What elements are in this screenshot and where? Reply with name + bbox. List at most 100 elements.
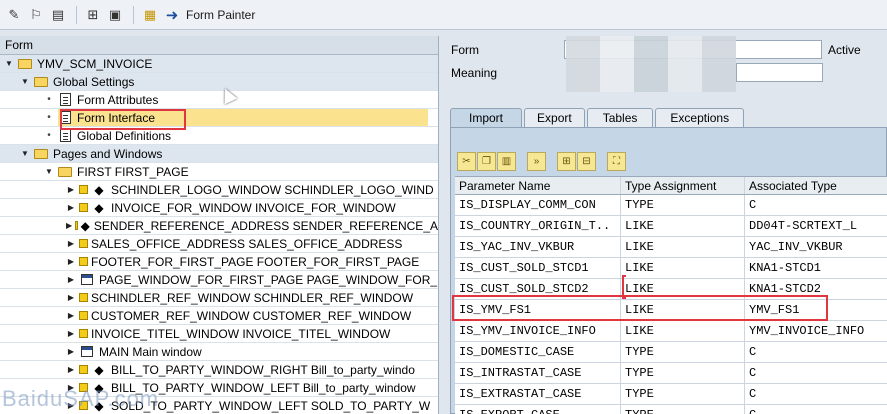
- collapsed-triangle-icon[interactable]: ▶: [66, 181, 76, 199]
- associated-type-cell[interactable]: YMV_FS1: [745, 300, 887, 320]
- tree-node-global-settings[interactable]: ▼ Global Settings: [0, 73, 438, 91]
- parameter-name-cell[interactable]: IS_CUST_SOLD_STCD2: [455, 279, 621, 299]
- type-assignment-cell[interactable]: LIKE: [621, 321, 745, 341]
- tab-tables[interactable]: Tables: [586, 108, 654, 128]
- copy-icon[interactable]: ❐: [477, 151, 496, 171]
- new-object-icon[interactable]: ⊞: [83, 5, 103, 25]
- parameter-name-cell[interactable]: IS_YAC_INV_VKBUR: [455, 237, 621, 257]
- type-assignment-cell[interactable]: LIKE: [621, 300, 745, 320]
- table-row[interactable]: IS_YAC_INV_VKBUR LIKE YAC_INV_VKBUR: [455, 237, 887, 258]
- tree-node-window[interactable]: ▶ CUSTOMER_REF_WINDOW CUSTOMER_REF_WINDO…: [0, 307, 438, 325]
- local-object-icon[interactable]: ▣: [105, 5, 125, 25]
- form-painter-icon[interactable]: ▦: [140, 5, 160, 25]
- associated-type-cell[interactable]: KNA1-STCD1: [745, 258, 887, 278]
- table-row[interactable]: IS_DISPLAY_COMM_CON TYPE C: [455, 195, 887, 216]
- associated-type-cell[interactable]: C: [745, 405, 887, 414]
- tree-node-form-interface[interactable]: • Form Interface: [0, 109, 438, 127]
- table-row[interactable]: IS_DOMESTIC_CASE TYPE C: [455, 342, 887, 363]
- tree-node-window[interactable]: ▶ FOOTER_FOR_FIRST_PAGE FOOTER_FOR_FIRST…: [0, 253, 438, 271]
- tree-node-window[interactable]: ▶ ◆ SENDER_REFERENCE_ADDRESS SENDER_REFE…: [0, 217, 438, 235]
- associated-type-cell[interactable]: DD04T-SCRTEXT_L: [745, 216, 887, 236]
- activate-icon[interactable]: ⚐: [26, 5, 46, 25]
- type-assignment-cell[interactable]: TYPE: [621, 195, 745, 215]
- parameter-name-cell[interactable]: IS_YMV_INVOICE_INFO: [455, 321, 621, 341]
- collapsed-triangle-icon[interactable]: ▶: [66, 199, 76, 217]
- parameter-name-cell[interactable]: IS_EXTRASTAT_CASE: [455, 384, 621, 404]
- collapsed-triangle-icon[interactable]: ▶: [66, 307, 76, 325]
- parameter-name-cell[interactable]: IS_DOMESTIC_CASE: [455, 342, 621, 362]
- parameter-name-cell[interactable]: IS_YMV_FS1: [455, 300, 621, 320]
- pencil-glasses-icon[interactable]: ✎: [4, 5, 24, 25]
- tree-node-first-page[interactable]: ▼ FIRST FIRST_PAGE: [0, 163, 438, 181]
- tab-exceptions[interactable]: Exceptions: [655, 108, 745, 128]
- collapsed-triangle-icon[interactable]: ▶: [66, 325, 76, 343]
- type-assignment-cell[interactable]: TYPE: [621, 342, 745, 362]
- collapsed-triangle-icon[interactable]: ▶: [66, 253, 76, 271]
- tree-node-window[interactable]: ▶ ◆ SCHINDLER_LOGO_WINDOW SCHINDLER_LOGO…: [0, 181, 438, 199]
- expand-triangle-icon[interactable]: ▼: [4, 55, 14, 73]
- parameter-name-cell[interactable]: IS_COUNTRY_ORIGIN_T..: [455, 216, 621, 236]
- associated-type-cell[interactable]: KNA1-STCD2: [745, 279, 887, 299]
- expand-triangle-icon[interactable]: ▼: [44, 163, 54, 181]
- collapsed-triangle-icon[interactable]: ▶: [66, 361, 76, 379]
- table-row[interactable]: IS_COUNTRY_ORIGIN_T.. LIKE DD04T-SCRTEXT_L: [455, 216, 887, 237]
- where-used-icon[interactable]: ⛶: [607, 151, 626, 171]
- type-assignment-cell[interactable]: LIKE: [621, 258, 745, 278]
- column-header-parameter-name[interactable]: Parameter Name: [455, 177, 621, 194]
- collapsed-triangle-icon[interactable]: ▶: [66, 235, 76, 253]
- parameter-name-cell[interactable]: IS_EXPORT_CASE: [455, 405, 621, 414]
- associated-type-cell[interactable]: C: [745, 195, 887, 215]
- tab-export[interactable]: Export: [524, 108, 585, 128]
- cut-icon[interactable]: ✂: [457, 151, 476, 171]
- collapsed-triangle-icon[interactable]: ▶: [66, 217, 72, 235]
- table-row[interactable]: IS_EXTRASTAT_CASE TYPE C: [455, 384, 887, 405]
- table-row[interactable]: IS_CUST_SOLD_STCD1 LIKE KNA1-STCD1: [455, 258, 887, 279]
- table-row[interactable]: IS_EXPORT_CASETYPEC: [455, 405, 887, 414]
- tree-node-pages-and-windows[interactable]: ▼ Pages and Windows: [0, 145, 438, 163]
- associated-type-cell[interactable]: C: [745, 342, 887, 362]
- associated-type-cell[interactable]: YAC_INV_VKBUR: [745, 237, 887, 257]
- parameter-name-cell[interactable]: IS_CUST_SOLD_STCD1: [455, 258, 621, 278]
- table-row[interactable]: IS_YMV_FS1 LIKE YMV_FS1: [455, 300, 887, 321]
- form-painter-button[interactable]: Form Painter: [186, 8, 255, 22]
- collapsed-triangle-icon[interactable]: ▶: [66, 289, 76, 307]
- table-row[interactable]: IS_CUST_SOLD_STCD2 LIKE KNA1-STCD2: [455, 279, 887, 300]
- table-row[interactable]: IS_YMV_INVOICE_INFO LIKE YMV_INVOICE_INFO: [455, 321, 887, 342]
- type-assignment-cell[interactable]: TYPE: [621, 384, 745, 404]
- tab-import[interactable]: Import: [450, 108, 523, 128]
- tree-node-window[interactable]: ▶ ◆ INVOICE_FOR_WINDOW INVOICE_FOR_WINDO…: [0, 199, 438, 217]
- expand-triangle-icon[interactable]: ▼: [20, 145, 30, 163]
- associated-type-cell[interactable]: YMV_INVOICE_INFO: [745, 321, 887, 341]
- table-row[interactable]: IS_INTRASTAT_CASE TYPE C: [455, 363, 887, 384]
- delete-row-icon[interactable]: ⊟: [577, 151, 596, 171]
- type-assignment-cell[interactable]: TYPE: [621, 405, 745, 414]
- tree-node-window[interactable]: ▶ PAGE_WINDOW_FOR_FIRST_PAGE PAGE_WINDOW…: [0, 271, 438, 289]
- column-header-associated-type[interactable]: Associated Type: [745, 177, 887, 194]
- document-icon: [57, 129, 73, 143]
- type-assignment-cell[interactable]: LIKE: [621, 237, 745, 257]
- tree-node-global-definitions[interactable]: • Global Definitions: [0, 127, 438, 145]
- associated-type-cell[interactable]: C: [745, 384, 887, 404]
- meaning-field[interactable]: [736, 63, 823, 82]
- parameter-name-cell[interactable]: IS_DISPLAY_COMM_CON: [455, 195, 621, 215]
- expand-triangle-icon[interactable]: ▼: [20, 73, 30, 91]
- collapsed-triangle-icon[interactable]: ▶: [66, 343, 76, 361]
- tree-node-main-window[interactable]: ▶ MAIN Main window: [0, 343, 438, 361]
- move-icon[interactable]: »: [527, 151, 546, 171]
- insert-row-icon[interactable]: ⊞: [557, 151, 576, 171]
- paste-icon[interactable]: ▥: [497, 151, 516, 171]
- display-object-icon[interactable]: ▤: [48, 5, 68, 25]
- tree-node-window[interactable]: ▶ SALES_OFFICE_ADDRESS SALES_OFFICE_ADDR…: [0, 235, 438, 253]
- tree-node-window[interactable]: ▶ SCHINDLER_REF_WINDOW SCHINDLER_REF_WIN…: [0, 289, 438, 307]
- collapsed-triangle-icon[interactable]: ▶: [66, 271, 76, 289]
- associated-type-cell[interactable]: C: [745, 363, 887, 383]
- type-assignment-cell[interactable]: LIKE: [621, 216, 745, 236]
- type-assignment-cell[interactable]: TYPE: [621, 363, 745, 383]
- arrow-right-icon[interactable]: ➜: [162, 5, 182, 25]
- type-assignment-cell[interactable]: LIKE: [621, 279, 745, 299]
- parameter-name-cell[interactable]: IS_INTRASTAT_CASE: [455, 363, 621, 383]
- tree-node-window[interactable]: ▶ INVOICE_TITEL_WINDOW INVOICE_TITEL_WIN…: [0, 325, 438, 343]
- tree-node-window[interactable]: ▶ ◆ BILL_TO_PARTY_WINDOW_RIGHT Bill_to_p…: [0, 361, 438, 379]
- tree-node-form[interactable]: ▼ YMV_SCM_INVOICE: [0, 55, 438, 73]
- column-header-type-assignment[interactable]: Type Assignment: [621, 177, 745, 194]
